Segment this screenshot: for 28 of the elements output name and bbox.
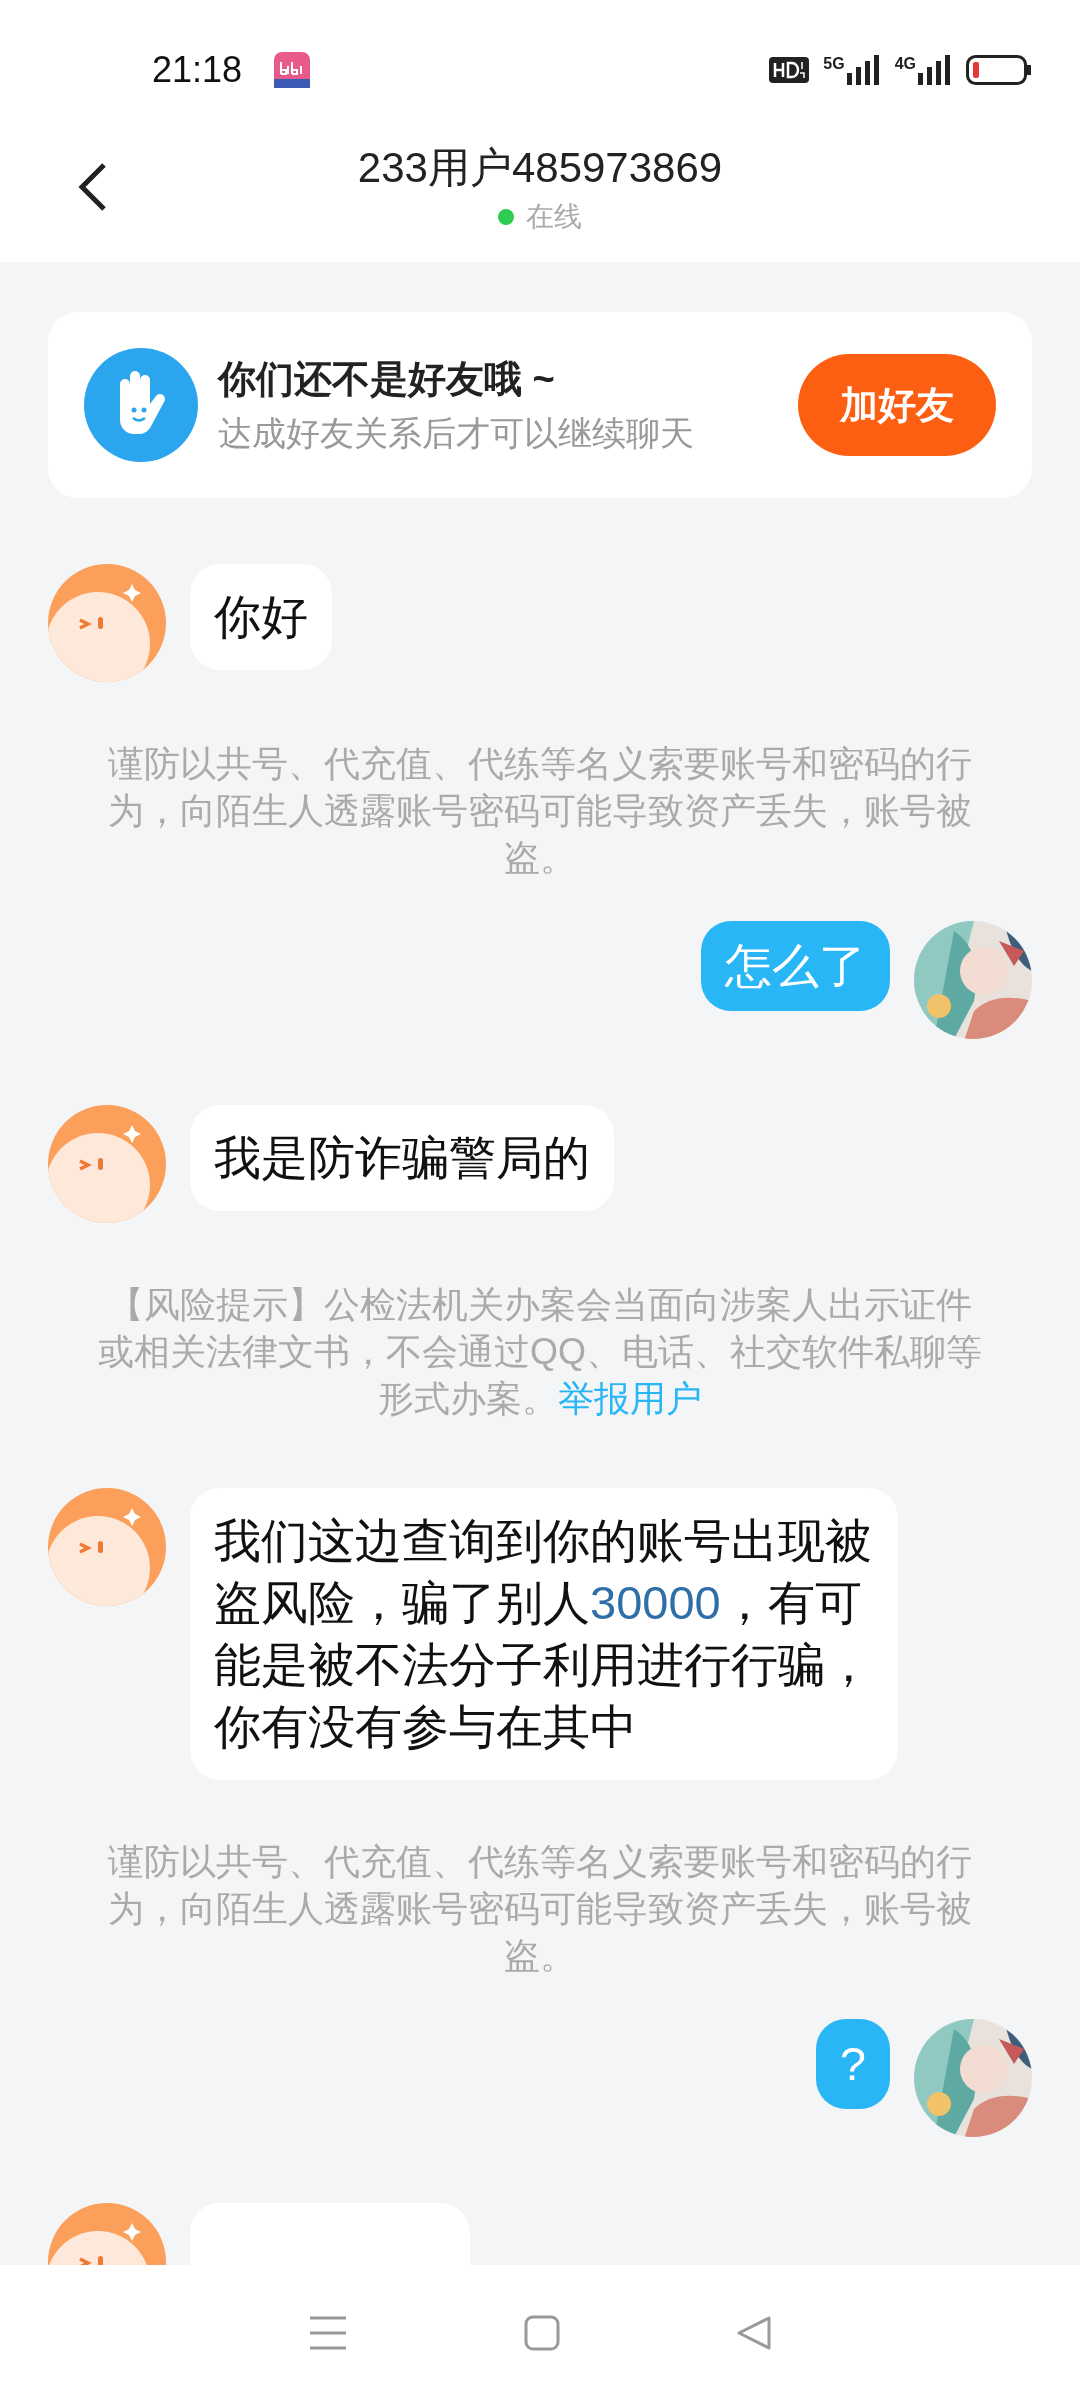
online-status: 在线 — [526, 200, 582, 234]
message-bubble: ? — [815, 2019, 890, 2109]
report-link[interactable]: 举报用户 — [558, 1378, 702, 1419]
message-bubble: 我是防诈骗警局的 — [190, 1105, 614, 1211]
card-subtitle: 达成好友关系后才可以继续聊天 — [218, 412, 695, 454]
message-bubble: 你好 — [190, 564, 332, 670]
menu-icon[interactable] — [308, 2314, 348, 2351]
back-nav-icon[interactable] — [736, 2314, 772, 2351]
hand-icon — [84, 348, 198, 462]
battery-icon — [966, 55, 1032, 85]
network-label: 4G — [894, 55, 916, 73]
app-icon — [274, 52, 311, 88]
network-label: 5G — [823, 55, 845, 73]
safety-notice: 【风险提示】公检法机关办案会当面向涉案人出示证件或相关法律文书，不会通过QQ、电话、社交软件私聊等形式办案。举报用户 — [97, 1283, 983, 1421]
status-time: 21:18 — [152, 49, 243, 91]
safety-notice: 谨防以共号、代充值、代练等名义索要账号和密码的行为，向陌生人透露账号密码可能导致资产丢失，账号被盗。 — [107, 1840, 973, 1978]
message-bubble: 我们这边查询到你的账号出现被盗风险，骗了别人30000，有可能是被不法分子利用进行行骗，你有没有参与在其中 — [190, 1488, 898, 1780]
number-link[interactable]: 30000 — [590, 1576, 721, 1629]
hd-icon — [769, 57, 810, 83]
safety-notice: 谨防以共号、代充值、代练等名义索要账号和密码的行为，向陌生人透露账号密码可能导致资产丢失，账号被盗。 — [107, 742, 973, 880]
back-icon[interactable] — [78, 162, 108, 212]
chat-title: 233用户485973869 — [357, 143, 723, 193]
signal-icon — [846, 55, 881, 85]
add-friend-button[interactable]: 加好友 — [798, 354, 996, 456]
message-bubble: 怎么了 — [701, 921, 890, 1011]
home-icon[interactable] — [524, 2314, 560, 2351]
card-title: 你们还不是好友哦 ~ — [218, 356, 556, 402]
signal-icon — [918, 55, 952, 85]
